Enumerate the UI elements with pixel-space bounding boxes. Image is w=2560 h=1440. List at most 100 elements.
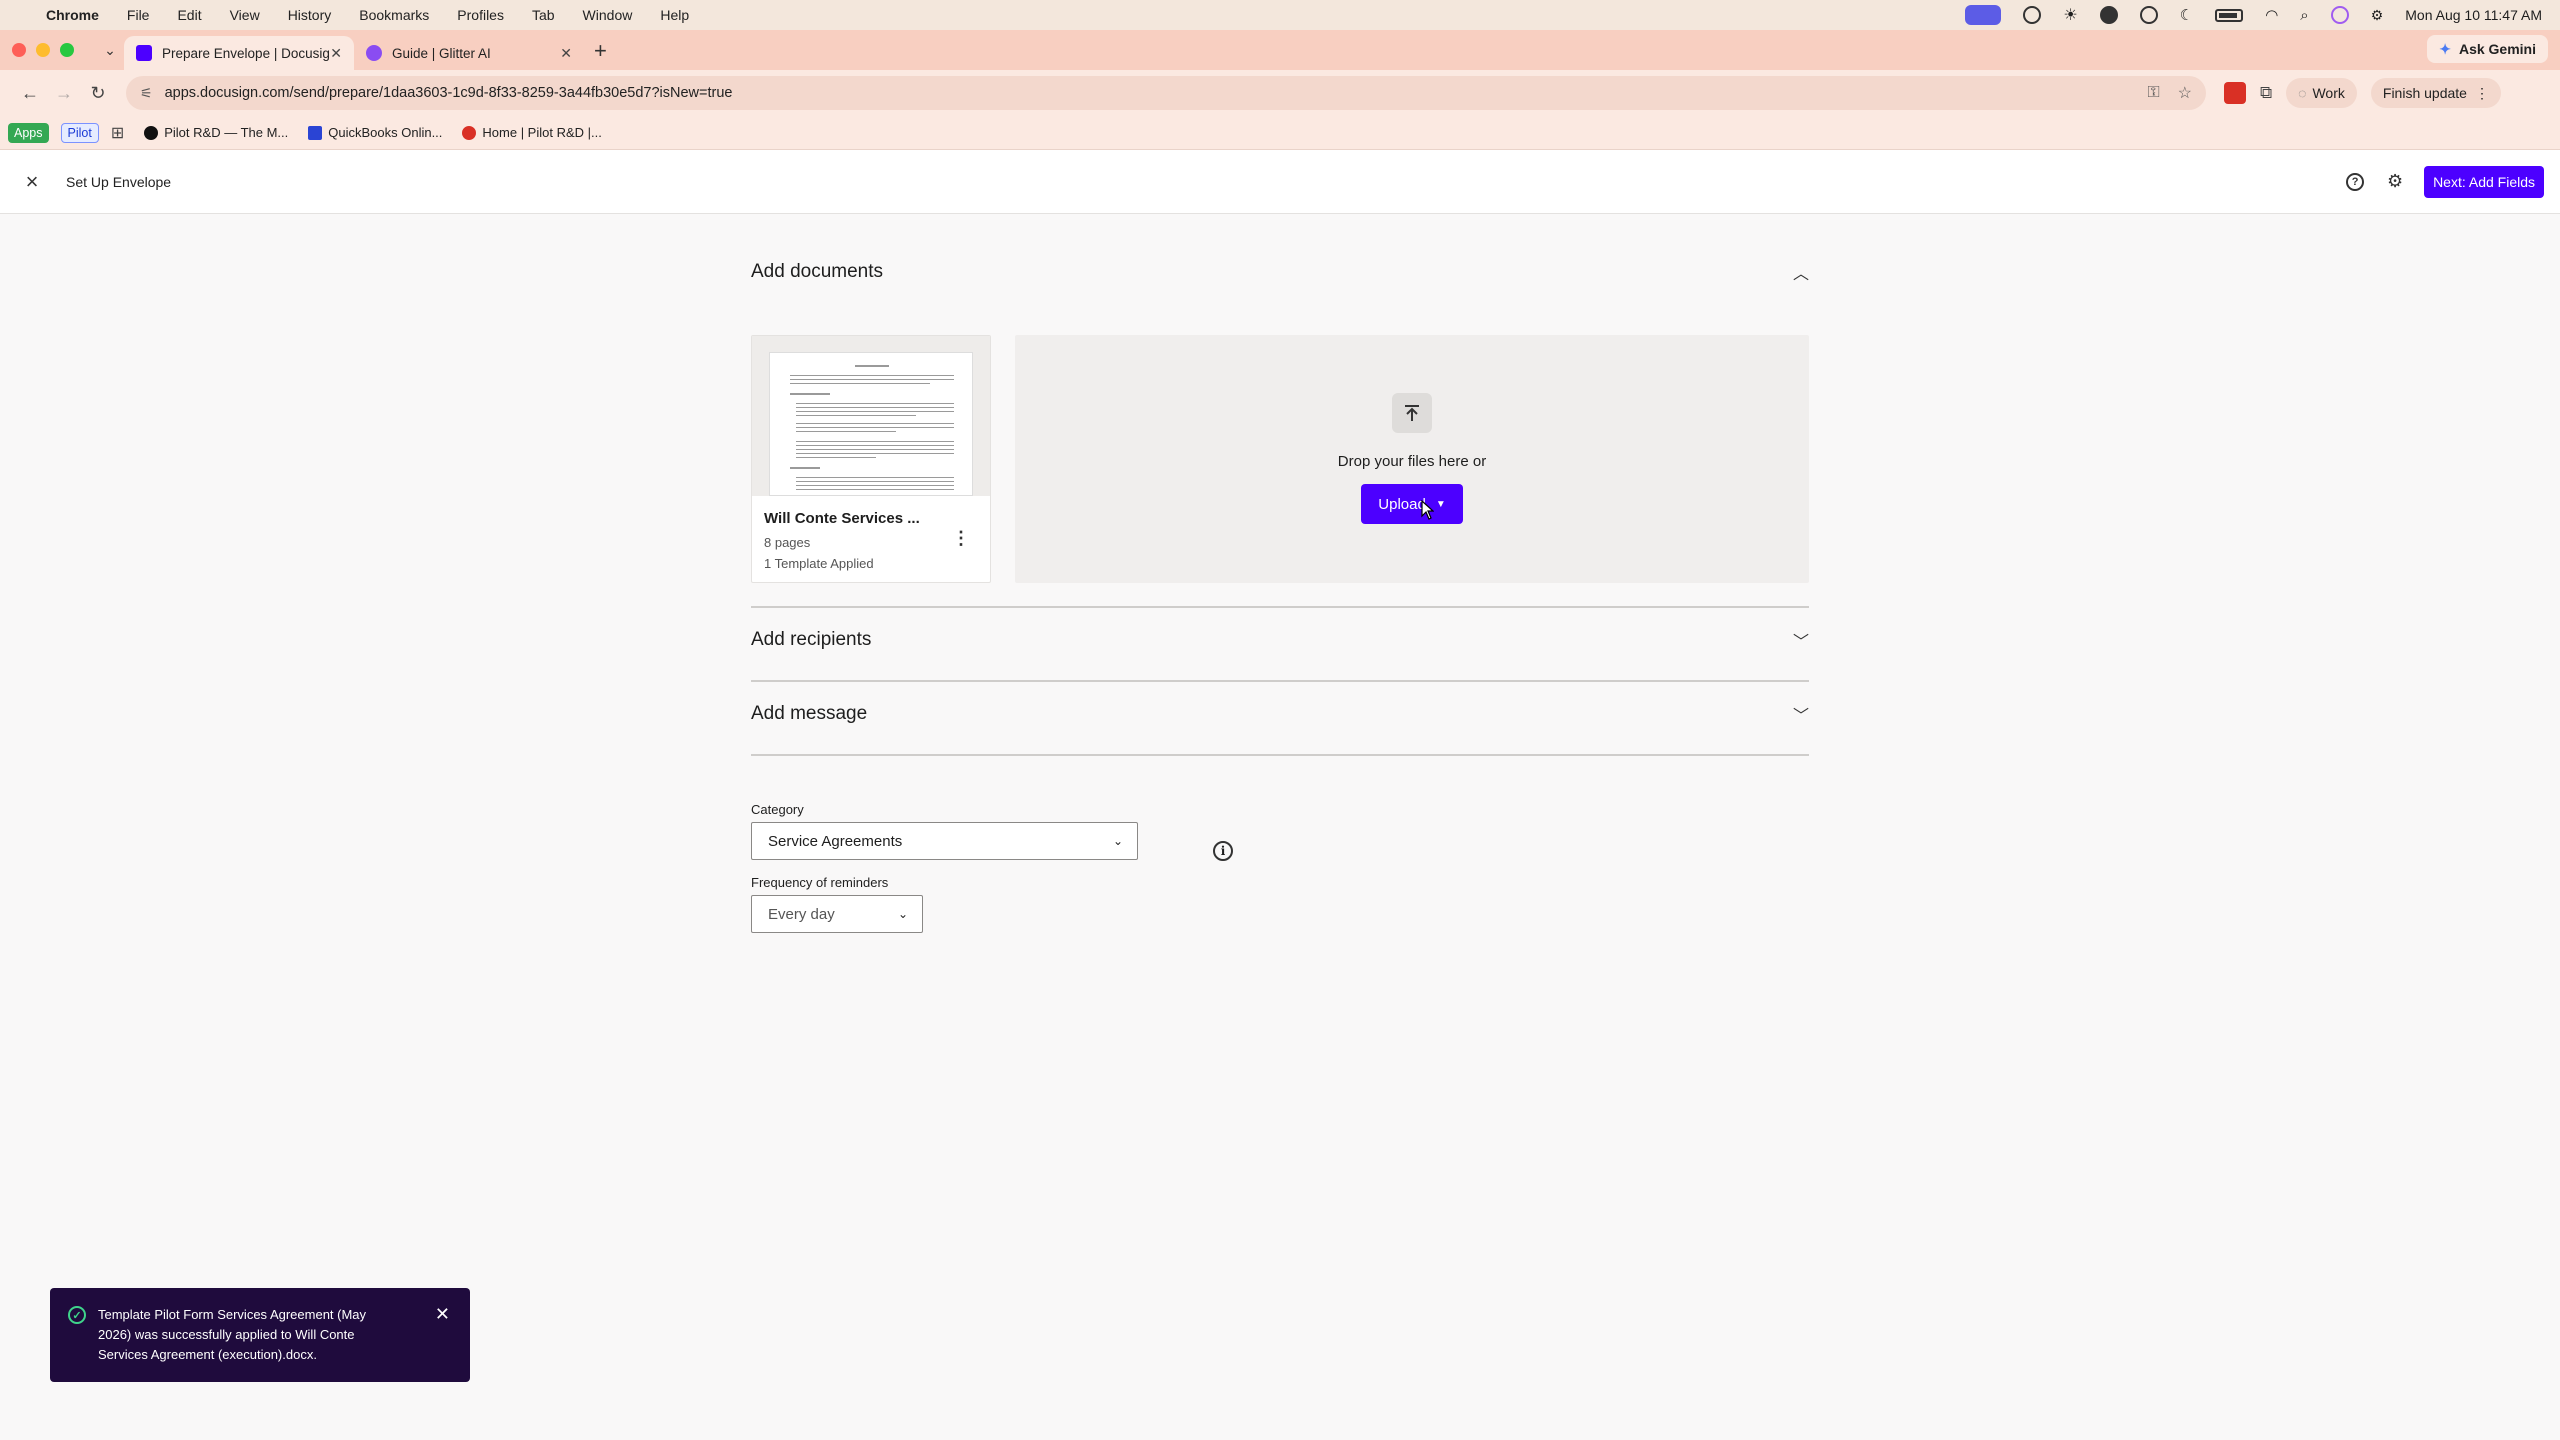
site-info-icon[interactable]: ⚟: [140, 85, 153, 102]
wifi-icon[interactable]: ◠: [2265, 6, 2278, 24]
close-icon[interactable]: ×: [20, 169, 44, 194]
docusign-favicon-icon: [136, 45, 152, 61]
document-thumbnail[interactable]: [752, 336, 990, 496]
screen-share-icon[interactable]: [1965, 5, 2002, 25]
mouse-cursor-icon: [1421, 500, 1434, 520]
bookmark-home-pilot[interactable]: Home | Pilot R&D |...: [462, 125, 602, 140]
extension-red-icon[interactable]: [2224, 82, 2246, 104]
more-vertical-icon[interactable]: ⋮: [952, 528, 970, 549]
fullscreen-window-button[interactable]: [60, 43, 74, 57]
info-icon[interactable]: i: [1213, 841, 1233, 861]
profile-work-chip[interactable]: ◌ Work: [2286, 78, 2357, 108]
profile-drop-icon: ◌: [2298, 85, 2307, 101]
help-icon[interactable]: ?: [2344, 171, 2366, 193]
tab-glitter-guide[interactable]: Guide | Glitter AI ✕: [354, 36, 584, 70]
section-divider: [751, 606, 1809, 608]
vpn-icon[interactable]: [2139, 6, 2158, 24]
app-status-icon[interactable]: [2099, 6, 2118, 24]
close-window-button[interactable]: [12, 43, 26, 57]
menu-history[interactable]: History: [288, 7, 332, 23]
next-add-fields-button[interactable]: Next: Add Fields: [2424, 165, 2544, 198]
quickbooks-favicon-icon: [308, 125, 323, 140]
pilot-favicon-icon: [144, 125, 159, 140]
finish-update-button[interactable]: Finish update ⋮: [2370, 78, 2501, 108]
siri-icon[interactable]: [2330, 6, 2349, 24]
extensions-puzzle-icon[interactable]: ⧉: [2260, 83, 2272, 103]
add-documents-header[interactable]: Add documents ︿: [751, 260, 1809, 284]
reload-icon[interactable]: ↻: [82, 77, 114, 109]
password-key-icon[interactable]: ⚿: [2147, 84, 2159, 102]
bookmark-pilot[interactable]: Pilot: [60, 122, 99, 143]
toolbar-right: ⧉ ◌ Work Finish update ⋮: [2224, 78, 2501, 108]
document-card[interactable]: Will Conte Services ... ⋮ 8 pages 1 Temp…: [751, 335, 991, 583]
chevron-down-icon: ⌄: [1112, 834, 1123, 848]
gemini-sparkle-icon: ✦: [2439, 40, 2451, 57]
menu-edit[interactable]: Edit: [177, 7, 201, 23]
add-message-section[interactable]: Add message ﹀: [751, 702, 1809, 726]
menubar-status-area: ☀ ☾ ◠ ⌕ ⚙ Mon Aug 10 11:47 AM: [1965, 5, 2542, 25]
window-controls: [12, 30, 74, 70]
ask-gemini-button[interactable]: ✦ Ask Gemini: [2427, 35, 2548, 63]
menu-view[interactable]: View: [230, 7, 260, 23]
bookmark-star-icon[interactable]: ☆: [2178, 83, 2192, 103]
reminders-label: Frequency of reminders: [751, 875, 889, 890]
section-divider: [751, 680, 1809, 682]
header-actions: ? ⚙ Next: Add Fields: [2344, 165, 2544, 198]
ask-gemini-label: Ask Gemini: [2458, 41, 2536, 57]
section-divider: [751, 754, 1809, 756]
menu-file[interactable]: File: [127, 7, 150, 23]
chevron-down-icon[interactable]: ﹀: [1793, 628, 1809, 652]
menubar-clock[interactable]: Mon Aug 10 11:47 AM: [2405, 7, 2542, 23]
section-title: Add message: [751, 703, 868, 724]
document-name: Will Conte Services ...: [764, 510, 920, 527]
category-select[interactable]: Service Agreements ⌄: [751, 822, 1138, 860]
document-page-preview: [769, 352, 973, 496]
back-arrow-icon[interactable]: ←: [14, 77, 46, 109]
bookmark-quickbooks[interactable]: QuickBooks Onlin...: [308, 125, 442, 140]
tab-title: Prepare Envelope | Docusign: [162, 45, 331, 61]
close-tab-icon[interactable]: ✕: [330, 45, 342, 62]
bookmark-apps[interactable]: Apps: [8, 122, 49, 143]
apps-grid-icon[interactable]: ⊞: [111, 123, 124, 143]
chevron-down-icon[interactable]: ﹀: [1793, 702, 1809, 726]
profile-label: Work: [2312, 85, 2345, 101]
category-label: Category: [751, 802, 804, 817]
minimize-window-button[interactable]: [36, 43, 50, 57]
home-favicon-icon: [462, 125, 477, 140]
forward-arrow-icon[interactable]: →: [48, 77, 80, 109]
more-vertical-icon: ⋮: [2474, 84, 2489, 101]
add-recipients-section[interactable]: Add recipients ﹀: [751, 628, 1809, 652]
new-tab-plus-icon[interactable]: +: [594, 38, 607, 64]
focus-moon-icon[interactable]: ☾: [2180, 6, 2193, 24]
address-bar[interactable]: ⚟ apps.docusign.com/send/prepare/1daa360…: [126, 76, 2206, 110]
menu-tab[interactable]: Tab: [532, 7, 555, 23]
reminders-select[interactable]: Every day ⌄: [751, 895, 923, 933]
brightness-icon[interactable]: ☀: [2063, 5, 2077, 25]
reminders-value: Every day: [768, 905, 835, 923]
battery-icon[interactable]: [2215, 8, 2244, 22]
chevron-up-icon[interactable]: ︿: [1793, 260, 1809, 284]
spotlight-search-icon[interactable]: ⌕: [2300, 7, 2308, 24]
tab-prepare-envelope[interactable]: Prepare Envelope | Docusign ✕: [124, 36, 354, 70]
document-template-status: 1 Template Applied: [764, 556, 874, 571]
close-tab-icon[interactable]: ✕: [560, 45, 572, 62]
upload-label: Upload: [1378, 495, 1426, 513]
menu-bookmarks[interactable]: Bookmarks: [359, 7, 429, 23]
upload-button[interactable]: Upload ▼: [1361, 484, 1463, 524]
menu-app-name[interactable]: Chrome: [46, 7, 99, 23]
section-title: Add recipients: [751, 629, 872, 650]
tab-search-chevron-icon[interactable]: ⌄: [96, 36, 124, 64]
file-drop-zone[interactable]: Drop your files here or Upload ▼: [1015, 335, 1809, 583]
menu-profiles[interactable]: Profiles: [457, 7, 504, 23]
search-extension-icon[interactable]: [2023, 6, 2042, 24]
menu-help[interactable]: Help: [660, 7, 689, 23]
glitter-favicon-icon: [366, 45, 382, 61]
url-text[interactable]: apps.docusign.com/send/prepare/1daa3603-…: [165, 85, 2130, 101]
control-center-icon[interactable]: ⚙: [2371, 7, 2384, 24]
gear-icon[interactable]: ⚙: [2384, 171, 2406, 193]
check-circle-icon: ✓: [68, 1306, 86, 1324]
menu-window[interactable]: Window: [583, 7, 633, 23]
bookmark-pilot-rd[interactable]: Pilot R&D — The M...: [144, 125, 288, 140]
documents-row: Will Conte Services ... ⋮ 8 pages 1 Temp…: [751, 335, 1809, 583]
close-icon[interactable]: ✕: [435, 1304, 450, 1325]
